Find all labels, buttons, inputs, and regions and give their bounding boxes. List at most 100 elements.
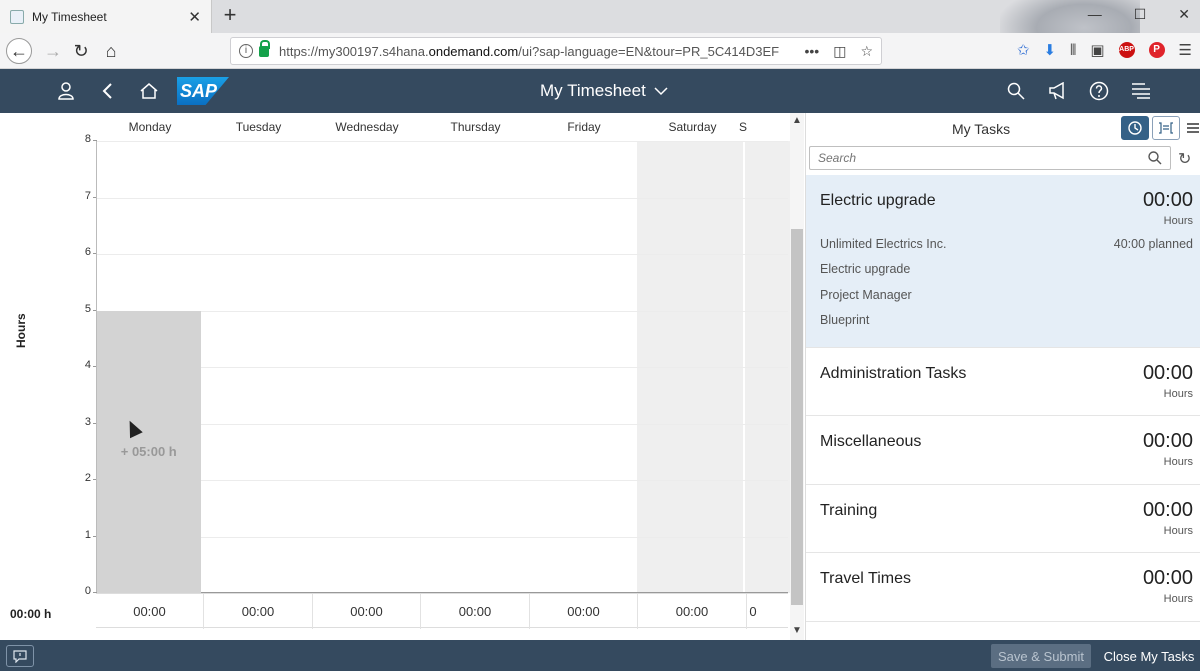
chart-scrollbar[interactable]: ▲ ▼ [790, 113, 804, 640]
day-header: Thursday [450, 120, 501, 134]
task-item-electric-upgrade[interactable]: Electric upgrade 00:00 Hours 40:00 plann… [806, 175, 1200, 348]
list-view-button[interactable] [1152, 116, 1180, 140]
browser-tab[interactable]: My Timesheet ✕ [0, 0, 212, 33]
daily-total: 0 [749, 604, 757, 619]
gridline [96, 141, 788, 142]
day-header: Friday [567, 120, 601, 134]
help-icon[interactable] [1086, 78, 1112, 104]
y-tick-label: 6 [71, 246, 97, 258]
task-item-travel-times[interactable]: Travel Times 00:00 Hours [806, 553, 1200, 622]
grand-total: 00:00 h [10, 607, 52, 621]
adblock-icon[interactable]: ABP [1118, 42, 1135, 58]
chevron-down-icon [654, 87, 668, 96]
new-tab-icon[interactable]: + [219, 4, 241, 28]
task-hours: 00:00 [1142, 362, 1193, 384]
scroll-up-icon[interactable]: ▲ [792, 115, 802, 126]
daily-total: 00:00 [422, 594, 530, 629]
scroll-down-icon[interactable]: ▼ [792, 625, 802, 636]
y-tick-label: 8 [71, 133, 97, 145]
forward-icon[interactable]: → [40, 38, 66, 64]
download-icon[interactable]: ⬇ [1043, 41, 1056, 59]
y-tick-label: 7 [71, 190, 97, 202]
browser-toolbar: ✩ ⬇ ⫴ ▣ ABP P ☰ [1017, 41, 1192, 60]
refresh-icon[interactable]: ↻ [1178, 149, 1191, 169]
close-tab-icon[interactable]: ✕ [188, 8, 201, 26]
search-icon[interactable] [1148, 151, 1162, 165]
pocket-icon[interactable]: ◫ [833, 43, 846, 60]
app-title-menu[interactable]: My Timesheet [540, 81, 668, 101]
search-icon[interactable] [1003, 78, 1029, 104]
task-hours-unit: Hours [1163, 525, 1193, 537]
home-icon[interactable]: ⌂ [98, 38, 124, 64]
me-area-icon[interactable] [1128, 78, 1154, 104]
task-item-administration[interactable]: Administration Tasks 00:00 Hours [806, 348, 1200, 416]
back-icon[interactable]: ← [6, 38, 32, 64]
timesheet-chart: Monday Tuesday Wednesday Thursday Friday Satu… [0, 113, 805, 640]
info-icon[interactable]: i [239, 44, 253, 58]
menu-icon[interactable]: ☰ [1179, 41, 1192, 59]
message-popup-icon [13, 649, 27, 663]
daily-total: 00:00 [639, 594, 747, 629]
sidebar-icon[interactable]: ▣ [1090, 41, 1104, 59]
save-submit-button[interactable]: Save & Submit [991, 644, 1091, 668]
my-tasks-panel: My Tasks ↻ Electric upgrade 00:00 Hours … [805, 113, 1200, 640]
clock-view-button[interactable] [1121, 116, 1149, 140]
maximize-icon[interactable]: ☐ [1134, 6, 1147, 23]
chart-plot[interactable]: + 05:00 h [96, 141, 790, 593]
daily-total: 00:00 [530, 594, 638, 629]
minimize-icon[interactable]: — [1088, 6, 1102, 23]
daily-total: 00:00 [96, 594, 204, 629]
library-icon[interactable]: ⫴ [1070, 42, 1076, 59]
window-controls: — ☐ ✕ [1088, 6, 1190, 23]
day-header: Saturday [668, 120, 717, 134]
scrollbar-thumb[interactable] [791, 229, 803, 605]
list-detail-icon [1159, 122, 1173, 134]
footer-toolbar: Save & Submit Close My Tasks [0, 640, 1200, 671]
task-search [809, 146, 1171, 170]
user-icon[interactable] [53, 78, 79, 104]
task-customer: Unlimited Electrics Inc. [820, 237, 947, 251]
window-close-icon[interactable]: ✕ [1178, 6, 1190, 23]
browser-nav-bar: ← → ↻ ⌂ i https://my300197.s4hana.ondema… [0, 33, 1200, 69]
y-tick-label: 5 [71, 303, 97, 315]
app-title: My Timesheet [540, 81, 646, 100]
gridline [96, 254, 788, 255]
tasks-title: My Tasks [952, 121, 1011, 137]
sap-shell-bar: SAP My Timesheet [0, 69, 1200, 113]
messages-button[interactable] [6, 645, 34, 667]
bar-label: + 05:00 h [120, 444, 177, 460]
task-role: Project Manager [820, 288, 912, 302]
notifications-megaphone-icon[interactable] [1045, 78, 1071, 104]
bookmarks-star-icon[interactable]: ✩ [1017, 41, 1030, 59]
task-search-input[interactable] [818, 151, 1148, 165]
y-axis-label: Hours [14, 313, 28, 348]
home-nav-icon[interactable] [136, 78, 162, 104]
close-my-tasks-button[interactable]: Close My Tasks [1100, 644, 1198, 668]
day-header: Wednesday [335, 120, 399, 134]
bookmark-star-icon[interactable]: ☆ [860, 43, 873, 60]
task-name: Administration Tasks [820, 365, 967, 382]
browser-tab-bar: My Timesheet ✕ + — ☐ ✕ [0, 0, 1200, 70]
url-bar[interactable]: i https://my300197.s4hana.ondemand.com/u… [230, 37, 882, 65]
lock-icon[interactable] [259, 39, 270, 57]
reload-icon[interactable]: ↻ [68, 38, 94, 64]
task-item-miscellaneous[interactable]: Miscellaneous 00:00 Hours [806, 416, 1200, 485]
sap-logo[interactable]: SAP [177, 77, 229, 105]
task-hours-unit: Hours [1163, 456, 1193, 468]
task-hours-unit: Hours [1163, 215, 1193, 227]
url-actions: ••• ◫ ☆ [804, 43, 873, 60]
y-tick-label: 2 [71, 472, 97, 484]
task-item-training[interactable]: Training 00:00 Hours [806, 485, 1200, 553]
bar-monday[interactable]: + 05:00 h [97, 310, 201, 593]
page-actions-icon[interactable]: ••• [804, 43, 819, 60]
task-hours-unit: Hours [1163, 593, 1193, 605]
back-nav-icon[interactable] [95, 78, 121, 104]
task-planned: 40:00 planned [1113, 237, 1193, 251]
task-name: Miscellaneous [820, 433, 922, 450]
y-tick-label: 4 [71, 359, 97, 371]
pinterest-icon[interactable]: P [1148, 42, 1165, 58]
y-tick-label: 1 [71, 529, 97, 541]
task-hours: 00:00 [1142, 567, 1193, 589]
task-name: Electric upgrade [820, 192, 936, 209]
overflow-menu-icon[interactable] [1187, 121, 1199, 139]
